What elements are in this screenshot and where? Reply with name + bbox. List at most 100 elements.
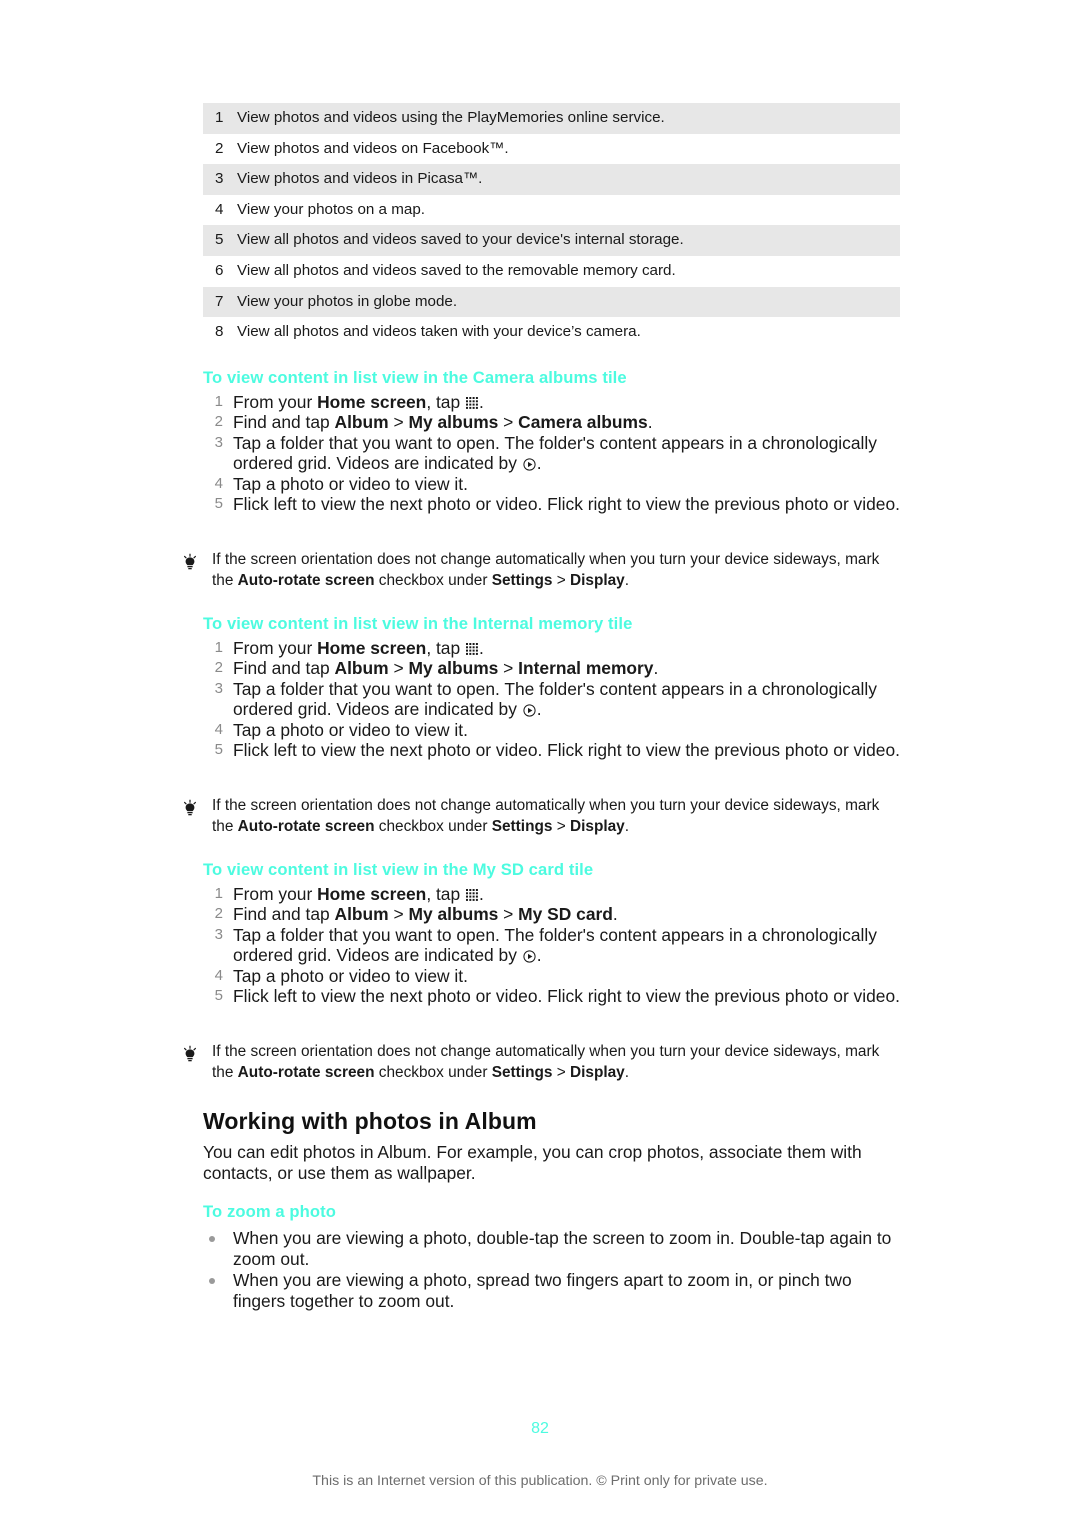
step-text-bold: Album [334,904,389,925]
step-number: 5 [214,987,223,1005]
step-text: Tap a folder that you want to open. The … [233,925,877,965]
bullet-list: When you are viewing a photo, double-tap… [203,1228,903,1312]
step-text-bold: My SD card [518,904,613,925]
tip-text-bold: Auto-rotate screen [237,1063,375,1081]
step-text: Flick left to view the next photo or vid… [233,494,900,515]
step-text-bold: Home screen [317,392,427,412]
procedure-internal-memory: To view content in list view in the Inte… [203,614,903,760]
table-row: 2 View photos and videos on Facebook™. [203,134,900,165]
lightbulb-icon [180,799,200,819]
table-row: 3 View photos and videos in Picasa™. [203,164,900,195]
tip-text-bold: Display [570,817,625,835]
intro-paragraph: You can edit photos in Album. For exampl… [203,1142,862,1183]
tip-text-post: . [624,817,630,835]
app-grid-icon [465,643,478,655]
step-number: 3 [214,433,223,451]
procedure-my-sd-card: To view content in list view in the My S… [203,860,903,1006]
step-text-bold: Album [334,412,389,433]
step-text-pre: Find and tap [233,658,335,679]
step-text-bold: Home screen [317,638,427,658]
step-text-bold: My albums [408,412,499,433]
page-number: 82 [531,1420,549,1437]
app-grid-icon [465,889,478,901]
table-row: 8 View all photos and videos taken with … [203,317,900,348]
step-text: From your Home screen, tap . [233,392,484,412]
legend-number: 6 [215,261,224,279]
step-text-pre: Tap a folder that you want to open. The … [233,924,877,966]
step-number: 3 [214,679,223,697]
tip-text: If the screen orientation does not chang… [212,1042,902,1083]
step-text-bold: Internal memory [518,658,654,679]
step-text-post: . [647,412,653,433]
legend-number: 3 [215,170,224,188]
step-text: Flick left to view the next photo or vid… [233,740,900,761]
step-text: From your Home screen, tap . [233,638,484,658]
list-item: 5 Flick left to view the next photo or v… [203,740,903,760]
subheading-zoom-photo: To zoom a photo [203,1202,336,1221]
tip-text-bold: Settings [491,1063,553,1081]
bullet-dot-icon [209,1278,215,1284]
legend-description: View your photos in globe mode. [237,292,458,310]
tip-text-post: . [624,1063,630,1081]
legend-number: 7 [215,292,224,310]
step-number: 4 [214,720,223,738]
step-text-post: . [612,904,618,925]
step-text: Tap a folder that you want to open. The … [233,679,877,719]
tip-text-bold: Settings [491,571,553,589]
step-text-bold: Home screen [317,884,427,904]
step-text-post: . [536,699,542,720]
legend-number: 2 [215,139,224,157]
step-number: 2 [214,659,223,677]
step-text-sep: > [498,658,519,679]
legend-table: 1 View photos and videos using the PlayM… [203,103,900,348]
step-text: Find and tap Album > My albums > Interna… [233,658,658,678]
step-number: 3 [214,925,223,943]
step-text-bold: My albums [408,658,499,679]
legend-number: 4 [215,200,224,218]
subheading: To view content in list view in the Inte… [203,614,633,633]
list-item: 3 Tap a folder that you want to open. Th… [203,433,903,474]
list-item: 1 From your Home screen, tap . [203,884,903,904]
tip-text-bold: Auto-rotate screen [237,817,375,835]
step-text: From your Home screen, tap . [233,884,484,904]
lightbulb-icon [180,1045,200,1065]
step-number: 1 [214,885,223,902]
tip-note: If the screen orientation does not chang… [180,796,902,837]
tip-text-bold: Display [570,571,625,589]
step-text: Find and tap Album > My albums > My SD c… [233,904,618,924]
step-list: 1 From your Home screen, tap . 2 Find an… [203,638,903,760]
legend-number: 1 [215,109,224,126]
subheading: To view content in list view in the My S… [203,860,594,879]
step-number: 5 [214,741,223,759]
play-icon [523,458,536,471]
step-text-sep: > [388,412,409,433]
step-text-pre: Tap a folder that you want to open. The … [233,678,877,720]
legend-description: View photos and videos in Picasa™. [237,170,483,188]
step-text-pre: From your [233,884,318,904]
step-text-bold: Camera albums [518,412,648,433]
list-item: 2 Find and tap Album > My albums > Inter… [203,658,903,678]
step-text: Tap a photo or video to view it. [233,965,468,986]
bullet-dot-icon [209,1236,215,1242]
step-number: 2 [214,413,223,431]
list-item: When you are viewing a photo, double-tap… [203,1228,903,1270]
list-item: 1 From your Home screen, tap . [203,392,903,412]
play-icon [523,950,536,963]
tip-text-bold: Auto-rotate screen [237,571,375,589]
step-text-post: . [478,638,484,658]
step-text-post: . [478,392,484,412]
list-item: 1 From your Home screen, tap . [203,638,903,658]
tip-text-post: . [624,571,630,589]
step-text-post: . [536,453,542,474]
step-text-post: . [536,945,542,966]
legend-description: View photos and videos using the PlayMem… [237,109,665,126]
document-page: 1 View photos and videos using the PlayM… [0,0,1080,1527]
step-text: Tap a photo or video to view it. [233,473,468,494]
step-text-mid: , tap [426,884,465,904]
step-number: 1 [214,393,223,410]
step-text-pre: Find and tap [233,904,335,925]
step-list: 1 From your Home screen, tap . 2 Find an… [203,392,903,514]
step-text-pre: From your [233,638,318,658]
tip-text-mid: checkbox under [374,1063,492,1081]
step-text: Flick left to view the next photo or vid… [233,986,900,1007]
